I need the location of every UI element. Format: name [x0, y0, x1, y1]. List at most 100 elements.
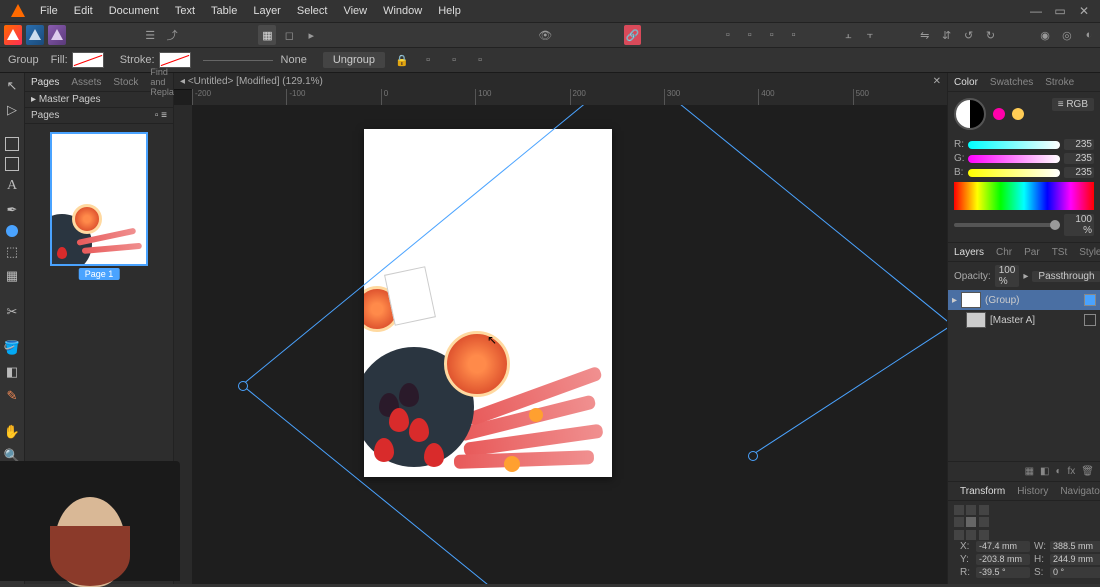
- document-tab[interactable]: ◂ <Untitled> [Modified] (129.1%) ✕: [174, 73, 947, 90]
- node-tool-icon[interactable]: ▷: [3, 101, 21, 119]
- green-value[interactable]: 235: [1064, 153, 1094, 164]
- place-image-tool-icon[interactable]: ▦: [3, 267, 21, 285]
- color-well-icon[interactable]: [954, 98, 986, 130]
- rotate-ccw-icon[interactable]: ↺: [960, 25, 978, 45]
- recent-color-swatch[interactable]: [993, 108, 1005, 120]
- menu-document[interactable]: Document: [101, 0, 167, 22]
- transform-w-field[interactable]: 388.5 mm: [1050, 541, 1100, 552]
- menu-help[interactable]: Help: [430, 0, 469, 22]
- baseline-grid-icon[interactable]: ☰: [141, 25, 159, 45]
- stroke-swatch[interactable]: [159, 52, 191, 68]
- transform-r-field[interactable]: -39.5 °: [976, 567, 1030, 578]
- edit-layers-icon[interactable]: ▦: [1025, 466, 1034, 477]
- blue-slider[interactable]: [968, 169, 1060, 177]
- layer-visibility-checkbox[interactable]: [1084, 294, 1096, 306]
- preflight-icon[interactable]: 👁: [536, 25, 554, 45]
- shape-tool-icon[interactable]: [6, 225, 18, 237]
- link-icon[interactable]: 🔗: [624, 25, 642, 45]
- menu-file[interactable]: File: [32, 0, 66, 22]
- menu-table[interactable]: Table: [203, 0, 245, 22]
- ungroup-button[interactable]: Ungroup: [323, 52, 385, 68]
- tab-paragraph[interactable]: Par: [1018, 247, 1046, 258]
- wrap-icon[interactable]: ▫: [469, 50, 491, 70]
- fill-swatch[interactable]: [72, 52, 104, 68]
- align-left-icon[interactable]: ⫠: [839, 25, 857, 45]
- adjustment-icon[interactable]: ◐: [1055, 466, 1061, 477]
- arrange-back-icon[interactable]: ▫: [719, 25, 737, 45]
- tab-swatches[interactable]: Swatches: [984, 77, 1039, 88]
- tab-color[interactable]: Color: [948, 77, 984, 88]
- clip-canvas-icon[interactable]: ◻: [280, 25, 298, 45]
- preview-mode-icon[interactable]: ▸: [302, 25, 320, 45]
- hide-icon[interactable]: ▫: [443, 50, 465, 70]
- snapping-icon[interactable]: ▦: [258, 25, 276, 45]
- boolean-subtract-icon[interactable]: ◎: [1058, 25, 1076, 45]
- fill-tool-icon[interactable]: 🪣: [3, 339, 21, 357]
- document-tab-close-icon[interactable]: ✕: [933, 76, 941, 87]
- layer-visibility-checkbox[interactable]: [1084, 314, 1096, 326]
- color-picker-tool-icon[interactable]: ✎: [3, 387, 21, 405]
- recent-color-swatch[interactable]: [1012, 108, 1024, 120]
- pages-options-icon[interactable]: ▫ ≡: [155, 110, 167, 121]
- view-tool-icon[interactable]: ✋: [3, 423, 21, 441]
- menu-text[interactable]: Text: [167, 0, 203, 22]
- move-tool-icon[interactable]: ↖: [3, 77, 21, 95]
- artistic-text-tool-icon[interactable]: A: [3, 177, 21, 195]
- mask-layer-icon[interactable]: ◧: [1040, 466, 1049, 477]
- layer-expand-icon[interactable]: ▸: [952, 295, 957, 306]
- picture-frame-tool-icon[interactable]: ⬚: [3, 243, 21, 261]
- flip-h-icon[interactable]: ⇋: [916, 25, 934, 45]
- opacity-value[interactable]: 100 %: [1064, 214, 1094, 236]
- pen-tool-icon[interactable]: ✒: [3, 201, 21, 219]
- color-mode-dropdown[interactable]: ≡ RGB: [1052, 98, 1094, 111]
- anchor-point-selector[interactable]: [954, 505, 990, 541]
- arrange-forward-icon[interactable]: ▫: [763, 25, 781, 45]
- persona-designer[interactable]: [26, 25, 44, 45]
- opacity-slider[interactable]: [954, 223, 1060, 227]
- blend-mode-dropdown[interactable]: Passthrough: [1032, 271, 1100, 282]
- layer-opacity-value[interactable]: 100 %: [995, 265, 1020, 287]
- green-slider[interactable]: [968, 155, 1060, 163]
- align-center-icon[interactable]: ⫟: [861, 25, 879, 45]
- window-minimize-icon[interactable]: —: [1024, 4, 1048, 18]
- selection-handle[interactable]: [238, 381, 248, 391]
- menu-view[interactable]: View: [335, 0, 375, 22]
- tab-stock[interactable]: Stock: [107, 77, 144, 88]
- menu-edit[interactable]: Edit: [66, 0, 101, 22]
- lock-children-icon[interactable]: 🔒: [391, 50, 413, 70]
- transform-s-field[interactable]: 0 °: [1050, 567, 1100, 578]
- layer-row-group[interactable]: ▸ (Group): [948, 290, 1100, 310]
- persona-photo[interactable]: [48, 25, 66, 45]
- tab-transform[interactable]: Transform: [954, 486, 1011, 497]
- boolean-intersect-icon[interactable]: ◐: [1080, 25, 1098, 45]
- arrange-backward-icon[interactable]: ▫: [741, 25, 759, 45]
- transparency-tool-icon[interactable]: ◧: [3, 363, 21, 381]
- red-slider[interactable]: [968, 141, 1060, 149]
- table-tool-icon[interactable]: [5, 157, 19, 171]
- arrange-front-icon[interactable]: ▫: [785, 25, 803, 45]
- transform-h-field[interactable]: 244.9 mm: [1050, 554, 1100, 565]
- tab-stroke[interactable]: Stroke: [1039, 77, 1080, 88]
- tab-history[interactable]: History: [1011, 486, 1054, 497]
- spectrum-picker[interactable]: [954, 182, 1094, 210]
- persona-publisher[interactable]: [4, 25, 22, 45]
- page-thumbnail-1[interactable]: Page 1: [50, 132, 148, 266]
- canvas-viewport[interactable]: ↖: [192, 105, 947, 584]
- transform-x-field[interactable]: -47.4 mm: [976, 541, 1030, 552]
- show-all-icon[interactable]: ▫: [417, 50, 439, 70]
- layer-row-master[interactable]: [Master A]: [948, 310, 1100, 330]
- red-value[interactable]: 235: [1064, 139, 1094, 150]
- menu-window[interactable]: Window: [375, 0, 430, 22]
- tab-styles[interactable]: Styles: [1073, 247, 1100, 258]
- vector-crop-tool-icon[interactable]: ✂: [3, 303, 21, 321]
- tab-character[interactable]: Chr: [990, 247, 1018, 258]
- tab-pages[interactable]: Pages: [25, 77, 65, 88]
- text-flow-icon[interactable]: ⤴: [163, 25, 181, 45]
- delete-layer-icon[interactable]: 🗑: [1081, 466, 1094, 477]
- window-close-icon[interactable]: ✕: [1072, 4, 1096, 18]
- tab-layers[interactable]: Layers: [948, 247, 990, 258]
- boolean-add-icon[interactable]: ◉: [1036, 25, 1054, 45]
- frame-text-tool-icon[interactable]: [5, 137, 19, 151]
- stroke-width-slider[interactable]: [203, 60, 273, 61]
- layer-name[interactable]: [Master A]: [990, 315, 1035, 326]
